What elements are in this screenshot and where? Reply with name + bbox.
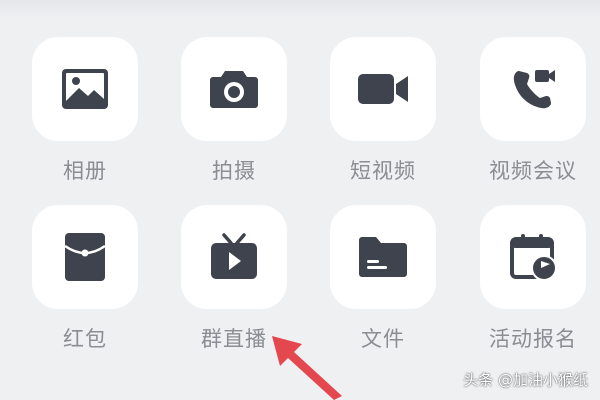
file-tile[interactable] — [330, 205, 436, 309]
feature-event-signup[interactable]: 活动报名 — [463, 205, 600, 353]
event-signup-label: 活动报名 — [489, 327, 577, 351]
short-video-label: 短视频 — [350, 159, 416, 183]
photo-album-label: 相册 — [63, 159, 107, 183]
feature-photo-album[interactable]: 相册 — [15, 37, 155, 185]
red-packet-tile[interactable] — [32, 205, 138, 309]
camera-icon — [210, 71, 258, 108]
feature-video-meeting[interactable]: 视频会议 — [463, 37, 600, 185]
photo-album-tile[interactable] — [32, 37, 138, 141]
short-video-tile[interactable] — [330, 37, 436, 141]
folder-icon — [359, 237, 407, 277]
feature-camera[interactable]: 拍摄 — [164, 37, 304, 185]
feature-red-packet[interactable]: 红包 — [15, 205, 155, 353]
red-packet-icon — [64, 233, 106, 281]
event-calendar-icon — [510, 234, 557, 281]
pointer-arrow-icon — [272, 336, 342, 400]
event-signup-tile[interactable] — [480, 205, 586, 309]
video-camera-icon — [358, 74, 408, 104]
camera-tile[interactable] — [181, 37, 287, 141]
file-label: 文件 — [361, 327, 405, 351]
live-tv-icon — [211, 233, 257, 279]
video-meeting-label: 视频会议 — [489, 159, 577, 183]
photo-album-icon — [62, 69, 108, 109]
group-live-tile[interactable] — [181, 205, 287, 309]
group-live-label: 群直播 — [201, 327, 267, 351]
red-packet-label: 红包 — [63, 327, 107, 351]
video-meeting-tile[interactable] — [480, 37, 586, 141]
video-call-icon — [513, 70, 555, 109]
camera-label: 拍摄 — [212, 159, 256, 183]
watermark: 头条 @加油小猴纸 — [463, 371, 588, 389]
feature-short-video[interactable]: 短视频 — [313, 37, 453, 185]
